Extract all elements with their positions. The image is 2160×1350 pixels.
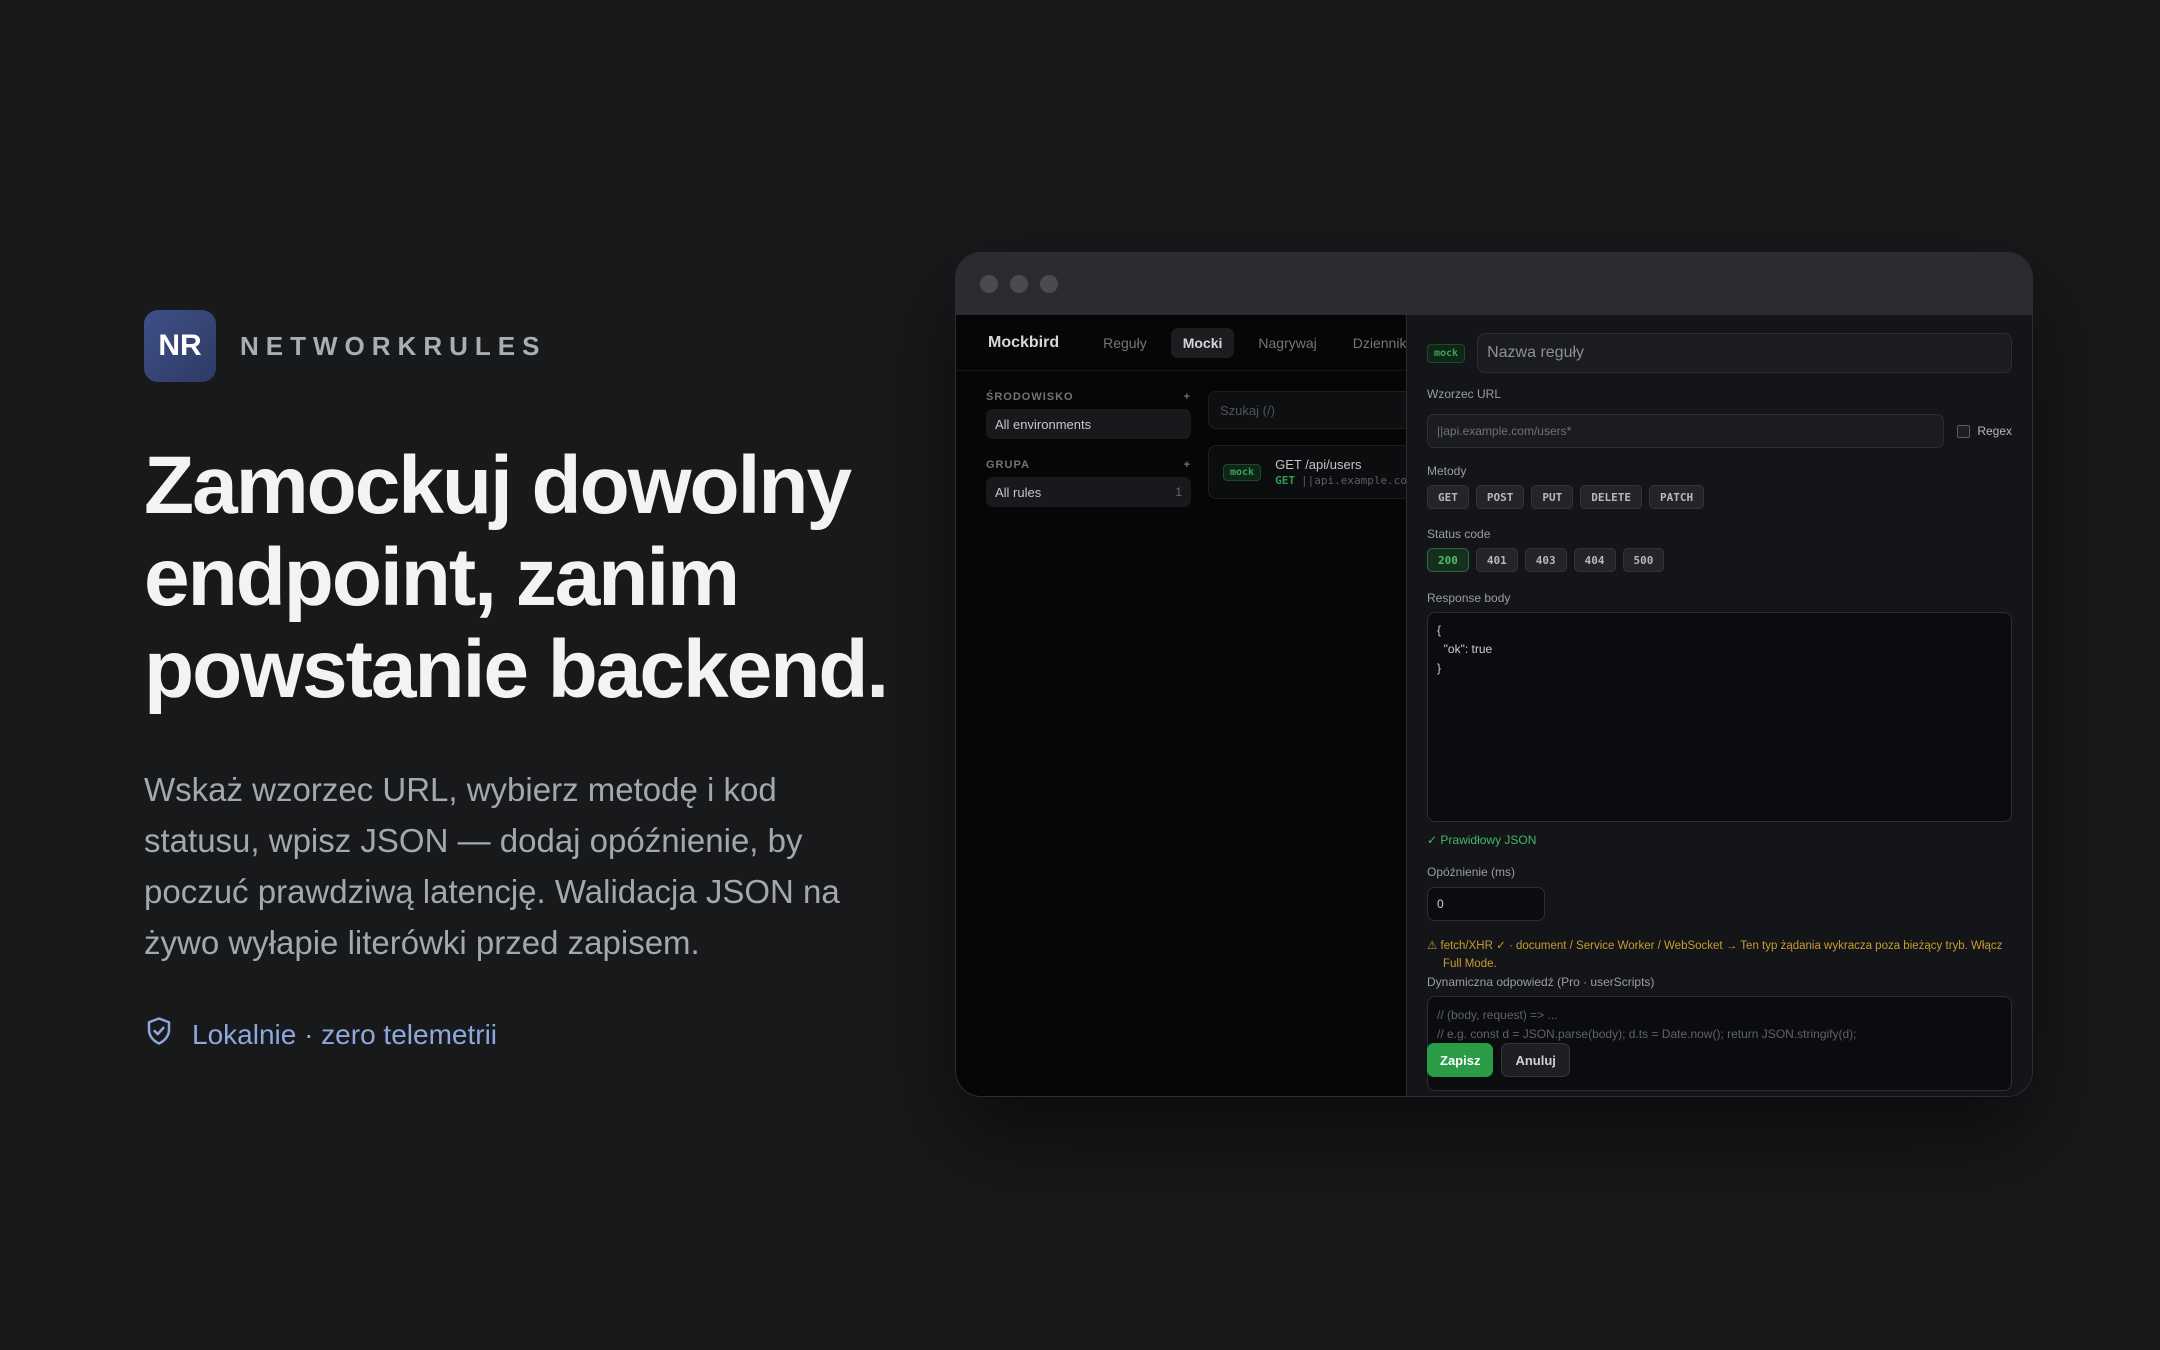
tab-mocks[interactable]: Mocki bbox=[1170, 327, 1235, 358]
rule-editor-panel: mock Nazwa reguły Wzorzec URL ||api.exam… bbox=[1406, 315, 2032, 1096]
lead-paragraph: Wskaż wzorzec URL, wybierz metodę i kod … bbox=[144, 771, 840, 961]
status-group: 200 401 403 404 500 bbox=[1427, 548, 1665, 572]
status-code-label: Status code bbox=[1427, 527, 1491, 541]
json-valid-status: ✓ Prawidłowy JSON bbox=[1427, 833, 1537, 847]
window-maximize-dot[interactable] bbox=[1040, 275, 1058, 293]
url-pattern-input[interactable]: ||api.example.com/users* bbox=[1427, 414, 1945, 448]
sidebar: ŚRODOWISKO + All environments GRUPA + Al… bbox=[986, 391, 1191, 527]
rules-list: Szukaj (/) mock GET /api/users GET ||api.… bbox=[1208, 391, 1428, 499]
editor-header: mock Nazwa reguły bbox=[1427, 333, 2012, 373]
brand-logo: NR bbox=[144, 310, 216, 382]
window-close-dot[interactable] bbox=[980, 275, 998, 293]
privacy-text: Lokalnie · zero telemetrii bbox=[192, 1018, 498, 1050]
search-input[interactable]: Szukaj (/) bbox=[1208, 391, 1428, 429]
rule-url: GET ||api.example.co bbox=[1275, 474, 1407, 487]
sidebar-item-all-environments[interactable]: All environments bbox=[986, 409, 1191, 439]
sidebar-item-label: All environments bbox=[995, 416, 1092, 432]
response-body-editor[interactable]: { "ok": true } bbox=[1427, 612, 2012, 822]
rule-name-input[interactable]: Nazwa reguły bbox=[1477, 333, 2012, 373]
method-get-chip[interactable]: GET bbox=[1427, 485, 1469, 509]
add-group-button[interactable]: + bbox=[1184, 459, 1191, 471]
environment-section-header: ŚRODOWISKO + bbox=[986, 391, 1191, 403]
environment-section-title: ŚRODOWISKO bbox=[986, 391, 1074, 403]
save-button[interactable]: Zapisz bbox=[1427, 1043, 1494, 1077]
rule-type-badge: mock bbox=[1427, 343, 1466, 363]
list-item[interactable]: mock GET /api/users GET ||api.example.co bbox=[1208, 445, 1428, 499]
sidebar-item-label: All rules bbox=[995, 484, 1042, 500]
brand: NR NETWORKRULES bbox=[144, 310, 904, 382]
window-minimize-dot[interactable] bbox=[1010, 275, 1028, 293]
status-200-chip[interactable]: 200 bbox=[1427, 548, 1469, 572]
method-post-chip[interactable]: POST bbox=[1475, 485, 1525, 509]
mode-warning: ⚠ fetch/XHR ✓ · document / Service Worke… bbox=[1427, 940, 2003, 970]
methods-group: GET POST PUT DELETE PATCH bbox=[1427, 485, 1705, 509]
delay-input[interactable]: 0 bbox=[1427, 887, 1545, 921]
app-logo-icon bbox=[968, 335, 984, 350]
status-404-chip[interactable]: 404 bbox=[1573, 548, 1616, 572]
regex-toggle[interactable]: Regex bbox=[1957, 424, 2012, 438]
sidebar-item-all-rules[interactable]: All rules 1 bbox=[986, 477, 1191, 507]
brand-name: NETWORKRULES bbox=[240, 330, 547, 361]
rule-url-text: ||api.example.co bbox=[1300, 474, 1407, 487]
script-placeholder-line: // (body, request) => ... bbox=[1437, 1008, 1558, 1022]
add-environment-button[interactable]: + bbox=[1184, 391, 1191, 403]
response-body-label: Response body bbox=[1427, 591, 1511, 605]
methods-label: Metody bbox=[1427, 464, 1467, 478]
privacy-note: Lokalnie · zero telemetrii bbox=[144, 1016, 904, 1053]
headline: Zamockuj dowolny endpoint, zanim powstan… bbox=[144, 440, 889, 715]
rule-title: GET /api/users bbox=[1275, 457, 1362, 472]
tab-record[interactable]: Nagrywaj bbox=[1246, 328, 1328, 358]
url-pattern-row: ||api.example.com/users* Regex bbox=[1427, 414, 2012, 448]
status-401-chip[interactable]: 401 bbox=[1475, 548, 1518, 572]
method-delete-chip[interactable]: DELETE bbox=[1580, 485, 1642, 509]
group-section-title: GRUPA bbox=[986, 459, 1030, 471]
delay-label: Opóźnienie (ms) bbox=[1427, 865, 1516, 879]
regex-checkbox[interactable] bbox=[1957, 424, 1971, 438]
app-name: Mockbird bbox=[988, 333, 1060, 351]
rules-count: 1 bbox=[1175, 485, 1182, 499]
url-pattern-label: Wzorzec URL bbox=[1427, 387, 1502, 401]
shield-check-icon bbox=[144, 1016, 174, 1053]
rule-method: GET bbox=[1275, 474, 1295, 487]
app-body: Mockbird Reguły Mocki Nagrywaj Dziennik … bbox=[956, 315, 2032, 1096]
dynamic-response-label: Dynamiczna odpowiedź (Pro · userScripts) bbox=[1427, 975, 1655, 989]
rule-type-badge: mock bbox=[1223, 463, 1262, 481]
method-patch-chip[interactable]: PATCH bbox=[1649, 485, 1705, 509]
top-nav: Mockbird Reguły Mocki Nagrywaj Dziennik … bbox=[956, 315, 1406, 371]
app-window: Mockbird Reguły Mocki Nagrywaj Dziennik … bbox=[955, 252, 2033, 1097]
cancel-button[interactable]: Anuluj bbox=[1501, 1043, 1570, 1077]
group-section-header: GRUPA + bbox=[986, 459, 1191, 471]
tab-rules[interactable]: Reguły bbox=[1091, 328, 1159, 358]
hero: NR NETWORKRULES Zamockuj dowolny endpoin… bbox=[144, 310, 904, 1053]
script-placeholder-line: // e.g. const d = JSON.parse(body); d.ts… bbox=[1437, 1027, 1857, 1041]
regex-label: Regex bbox=[1977, 424, 2012, 438]
status-500-chip[interactable]: 500 bbox=[1622, 548, 1665, 572]
tab-log[interactable]: Dziennik do bbox=[1341, 328, 1406, 358]
method-put-chip[interactable]: PUT bbox=[1531, 485, 1574, 509]
status-403-chip[interactable]: 403 bbox=[1524, 548, 1567, 572]
editor-actions: Zapisz Anuluj bbox=[1427, 1043, 1570, 1077]
window-titlebar bbox=[956, 253, 2032, 315]
